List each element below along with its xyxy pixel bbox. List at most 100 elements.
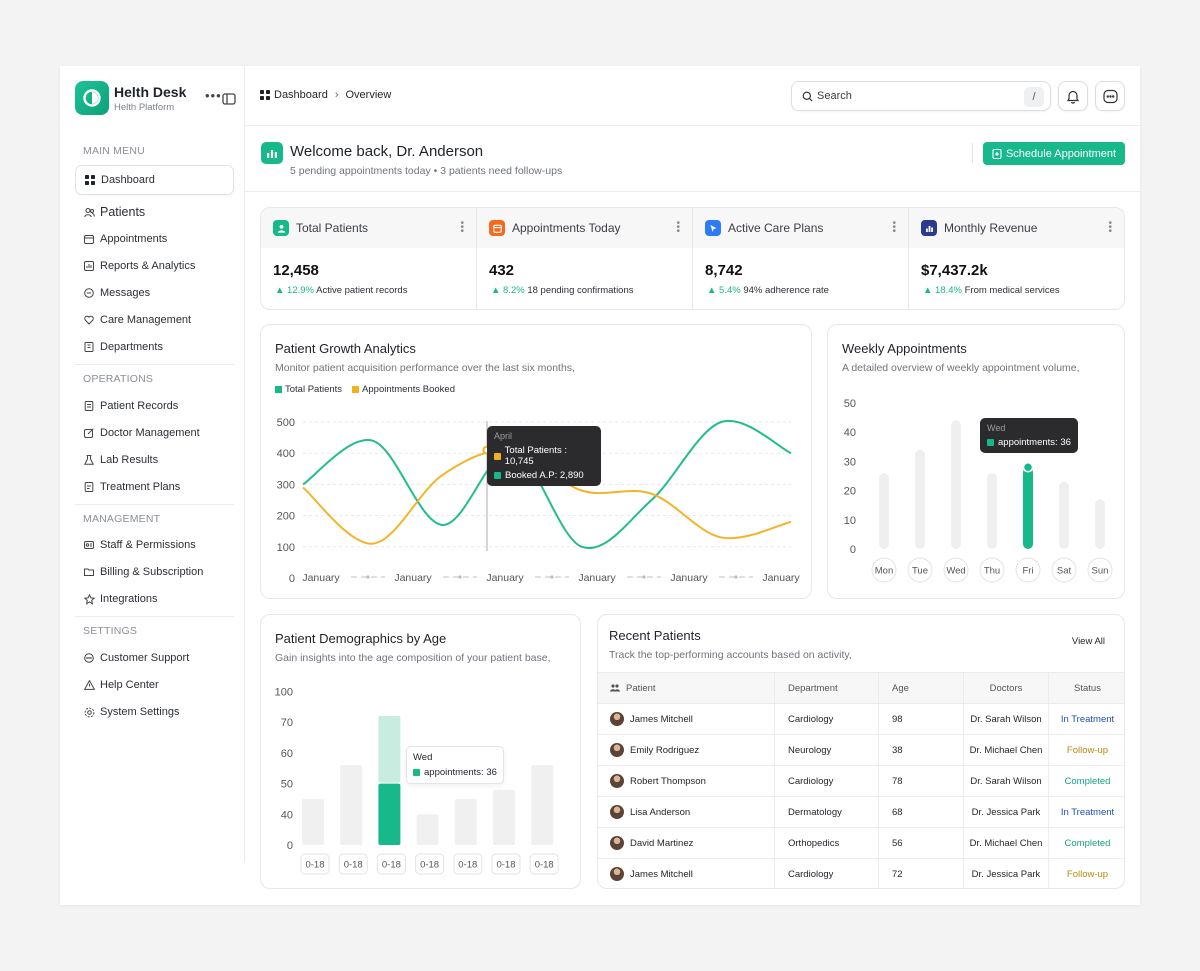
divider bbox=[75, 504, 234, 505]
y-tick-label: 0 bbox=[287, 840, 293, 852]
stat-change: ▲ 5.4% 94% adherence rate bbox=[707, 285, 829, 296]
sidebar-item-label: Integrations bbox=[100, 593, 158, 605]
more-vertical-icon[interactable]: • • • bbox=[460, 219, 464, 237]
status-badge: In Treatment bbox=[1060, 806, 1115, 818]
stat-value: 12,458 bbox=[273, 262, 319, 279]
y-tick-label: 0 bbox=[850, 544, 856, 556]
stat-percent: 5.4% bbox=[719, 285, 741, 296]
section-operations: OPERATIONS bbox=[83, 373, 154, 385]
table-row[interactable]: James Mitchell Cardiology 72 Dr. Jessica Pa… bbox=[598, 858, 1124, 888]
notification-button[interactable] bbox=[1058, 81, 1088, 111]
x-separator-dot bbox=[734, 575, 738, 579]
sidebar-item-help-center[interactable]: Help Center bbox=[75, 673, 234, 697]
sidebar-item-lab-results[interactable]: Lab Results bbox=[75, 448, 234, 472]
sidebar-item-dashboard[interactable]: Dashboard bbox=[75, 165, 234, 195]
patient-name: James Mitchell bbox=[630, 713, 693, 725]
bar-age-group bbox=[454, 798, 477, 845]
age: 56 bbox=[892, 837, 903, 849]
y-tick-label: 100 bbox=[277, 542, 295, 554]
sidebar-item-departments[interactable]: Departments bbox=[75, 335, 234, 359]
sidebar-item-staff-permissions[interactable]: Staff & Permissions bbox=[75, 533, 234, 557]
search-input[interactable]: Search / bbox=[791, 81, 1051, 111]
more-vertical-icon[interactable]: • • • bbox=[1108, 219, 1112, 237]
patient-name: Emily Rodriguez bbox=[630, 744, 700, 756]
section-main-menu: MAIN MENU bbox=[83, 145, 145, 157]
section-management: MANAGEMENT bbox=[83, 513, 161, 525]
sidebar-item-billing[interactable]: Billing & Subscription bbox=[75, 560, 234, 584]
y-tick-label: 10 bbox=[844, 515, 856, 527]
search-shortcut: / bbox=[1024, 87, 1044, 107]
schedule-appointment-button[interactable]: Schedule Appointment bbox=[983, 142, 1125, 165]
sidebar-item-label: Doctor Management bbox=[100, 427, 200, 439]
sidebar-item-treatment-plans[interactable]: Treatment Plans bbox=[75, 475, 234, 499]
doctor: Dr. Sarah Wilson bbox=[970, 713, 1042, 725]
sidebar-item-customer-support[interactable]: Customer Support bbox=[75, 646, 234, 670]
sidebar-item-care-management[interactable]: Care Management bbox=[75, 308, 234, 332]
breadcrumb-root[interactable]: Dashboard bbox=[274, 89, 328, 101]
x-tick-label: Tue bbox=[912, 566, 928, 577]
messages-button[interactable] bbox=[1095, 81, 1125, 111]
stat-value: 432 bbox=[489, 262, 515, 279]
y-tick-label: 50 bbox=[281, 779, 293, 791]
stat-percent: 8.2% bbox=[503, 285, 525, 296]
x-separator-dot bbox=[366, 575, 370, 579]
sidebar-item-system-settings[interactable]: System Settings bbox=[75, 700, 234, 724]
sidebar-item-label: Help Center bbox=[100, 679, 159, 691]
sidebar-item-messages[interactable]: Messages bbox=[75, 281, 234, 305]
flask-icon bbox=[83, 454, 95, 466]
column-header[interactable]: Doctors bbox=[990, 683, 1023, 694]
table-row[interactable]: Lisa Anderson Dermatology 68 Dr. Jessica Pa… bbox=[598, 796, 1124, 827]
user-icon bbox=[273, 220, 289, 236]
x-tick-label: Wed bbox=[946, 566, 965, 577]
divider bbox=[972, 143, 973, 163]
x-tick-label: Sat bbox=[1057, 566, 1072, 577]
doctor: Dr. Jessica Park bbox=[971, 806, 1041, 818]
weekly-appointments-chart: 0 10 20 30 40 50 Mon Tue Wed Thu Fri Sat Sun bbox=[844, 398, 1113, 583]
sidebar-item-appointments[interactable]: Appointments bbox=[75, 227, 234, 251]
sidebar-item-label: Appointments bbox=[100, 233, 168, 245]
sidebar: Helth Desk Helth Platform ••• MAIN MENU … bbox=[60, 66, 245, 862]
tooltip-title: Wed bbox=[413, 752, 433, 763]
heart-icon bbox=[83, 314, 95, 326]
more-vertical-icon[interactable]: • • • bbox=[676, 219, 680, 237]
tooltip-title: April bbox=[494, 431, 513, 441]
calendar-plus-icon bbox=[992, 148, 1002, 159]
sidebar-item-reports[interactable]: Reports & Analytics bbox=[75, 254, 234, 278]
status-badge: In Treatment bbox=[1060, 713, 1115, 725]
stat-card-total-patients: Total Patients • • • 12,458 ▲ 12.9% Active… bbox=[261, 208, 477, 309]
sidebar-item-integrations[interactable]: Integrations bbox=[75, 587, 234, 611]
x-tick-label: 0-18 bbox=[420, 860, 439, 871]
table-row[interactable]: James Mitchell Cardiology 98 Dr. Sarah Wils… bbox=[598, 703, 1124, 734]
breadcrumb-current: Overview bbox=[345, 89, 392, 101]
table-header: Patient Department Age Doctors Status bbox=[598, 672, 1124, 703]
y-tick-label: 20 bbox=[844, 486, 856, 498]
column-header[interactable]: Patient bbox=[626, 683, 656, 694]
stat-change: ▲ 8.2% 18 pending confirmations bbox=[491, 285, 634, 296]
age: 98 bbox=[892, 713, 903, 725]
sidebar-item-patient-records[interactable]: Patient Records bbox=[75, 394, 234, 418]
more-icon[interactable]: ••• bbox=[205, 88, 222, 103]
app-window: Helth Desk Helth Platform ••• MAIN MENU … bbox=[60, 66, 1140, 905]
view-all-link[interactable]: View All bbox=[1072, 636, 1105, 647]
divider bbox=[245, 191, 1140, 192]
table-row[interactable]: David Martinez Orthopedics 56 Dr. Michael C… bbox=[598, 827, 1124, 858]
stat-value: 8,742 bbox=[705, 262, 743, 279]
grid-icon bbox=[84, 174, 96, 186]
column-header[interactable]: Status bbox=[1074, 683, 1101, 694]
age: 78 bbox=[892, 775, 903, 787]
bar-age-group bbox=[493, 789, 515, 845]
column-header[interactable]: Department bbox=[788, 683, 838, 694]
y-tick-label: 40 bbox=[844, 427, 856, 439]
bar-chart-icon bbox=[921, 220, 937, 236]
table-row[interactable]: Emily Rodriguez Neurology 38 Dr. Michael Ch… bbox=[598, 734, 1124, 765]
sidebar-item-doctor-management[interactable]: Doctor Management bbox=[75, 421, 234, 445]
sidebar-item-patients[interactable]: Patients bbox=[75, 200, 234, 224]
panel-toggle-icon[interactable] bbox=[222, 92, 236, 110]
x-tick-label: 0-18 bbox=[344, 860, 363, 871]
status-badge: Follow-up bbox=[1066, 868, 1109, 880]
more-vertical-icon[interactable]: • • • bbox=[892, 219, 896, 237]
table-row[interactable]: Robert Thompson Cardiology 78 Dr. Sarah Wil… bbox=[598, 765, 1124, 796]
bar-age-group bbox=[302, 798, 324, 845]
search-placeholder: Search bbox=[817, 90, 852, 102]
column-header[interactable]: Age bbox=[892, 683, 909, 694]
